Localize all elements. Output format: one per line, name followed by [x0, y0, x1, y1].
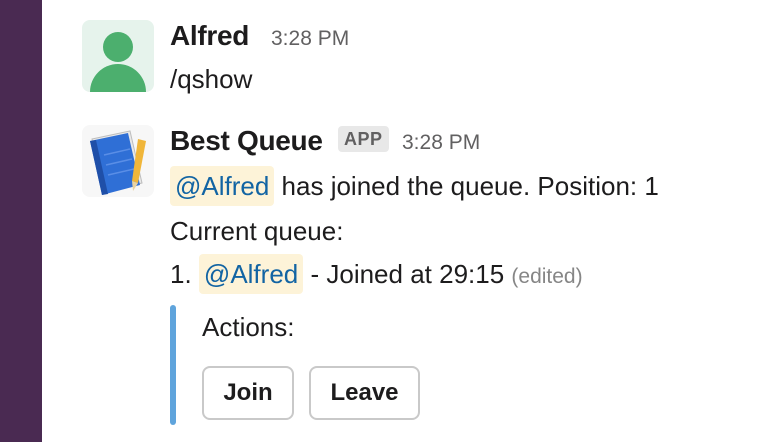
user-mention[interactable]: @Alfred	[198, 254, 304, 294]
message-timestamp[interactable]: 3:28 PM	[271, 27, 349, 51]
sender-name[interactable]: Best Queue	[170, 125, 323, 157]
message-list: Alfred 3:28 PM /qshow Best Queue APP 3:2…	[42, 0, 766, 442]
workspace-sidebar	[0, 0, 42, 442]
notebook-pencil-icon[interactable]	[82, 125, 154, 197]
user-mention[interactable]: @Alfred	[170, 166, 275, 206]
leave-button[interactable]: Leave	[309, 366, 420, 420]
queue-entry: 1. @Alfred - Joined at 29:15 (edited)	[170, 254, 583, 294]
app-badge: APP	[338, 126, 389, 152]
sender-name[interactable]: Alfred	[170, 20, 249, 52]
queue-entry-number: 1.	[170, 259, 199, 289]
user-avatar-icon[interactable]	[82, 20, 154, 92]
avatar-body	[90, 64, 146, 92]
message-text: /qshow	[170, 64, 253, 94]
app-avatar-graphic	[90, 130, 146, 195]
queue-entry-joined-text: - Joined at 29:15	[303, 259, 512, 289]
edited-label: (edited)	[511, 265, 583, 288]
join-button[interactable]: Join	[202, 366, 294, 420]
message-line-joined: @Alfred has joined the queue. Position: …	[170, 166, 659, 206]
attachment-bar	[170, 305, 176, 425]
message-timestamp[interactable]: 3:28 PM	[402, 131, 480, 155]
joined-text: has joined the queue. Position: 1	[274, 171, 659, 201]
actions-label: Actions:	[202, 312, 295, 342]
message-line-queue-title: Current queue:	[170, 216, 344, 246]
avatar-head	[103, 32, 133, 62]
